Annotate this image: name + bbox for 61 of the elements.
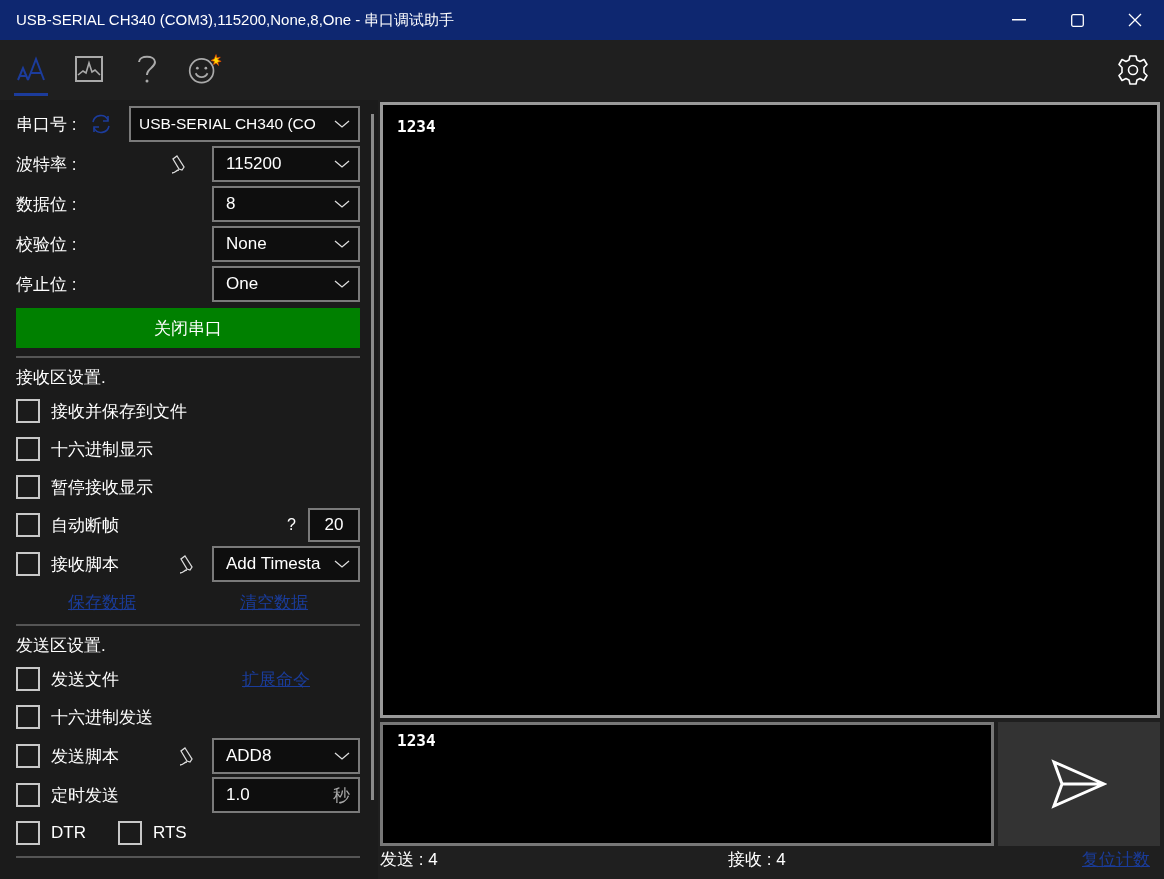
- chart-icon: [74, 54, 104, 83]
- receive-area[interactable]: 1234: [380, 102, 1160, 718]
- close-port-button[interactable]: 关闭串口: [16, 308, 360, 348]
- checkbox-label: DTR: [51, 823, 86, 843]
- checkbox[interactable]: [16, 513, 40, 537]
- chevron-down-icon: [334, 199, 350, 209]
- close-icon: [1128, 13, 1142, 27]
- received-count: 接收 : 4: [728, 849, 787, 871]
- checkbox-label: 接收脚本: [51, 553, 119, 576]
- chevron-down-icon: [334, 239, 350, 249]
- checkbox[interactable]: [16, 475, 40, 499]
- unit-label: 秒: [333, 784, 350, 807]
- checkbox-label: 发送脚本: [51, 745, 119, 768]
- field-label: 校验位 :: [16, 233, 77, 256]
- send-input[interactable]: 1234: [380, 722, 994, 846]
- checkbox[interactable]: [16, 667, 40, 691]
- checkbox-label: 暂停接收显示: [51, 476, 153, 499]
- minimize-icon: [1012, 19, 1026, 21]
- dropdown[interactable]: One: [212, 266, 360, 302]
- dropdown[interactable]: 115200: [212, 146, 360, 182]
- field-label: 数据位 :: [16, 193, 77, 216]
- window-title: USB-SERIAL CH340 (COM3),115200,None,8,One - 串口调试助手: [16, 10, 456, 30]
- chevron-down-icon: [334, 751, 350, 761]
- field-label: 停止位 :: [16, 273, 77, 296]
- checkbox-label: 自动断帧: [51, 514, 119, 537]
- section-title: 接收区设置.: [16, 366, 107, 389]
- checkbox-label: 接收并保存到文件: [51, 400, 187, 423]
- dropdown[interactable]: None: [212, 226, 360, 262]
- number-field[interactable]: 20: [308, 508, 360, 542]
- checkbox-label: 发送文件: [51, 668, 119, 691]
- chevron-down-icon: [334, 159, 350, 169]
- checkbox[interactable]: [16, 783, 40, 807]
- checkbox-label: 十六进制发送: [51, 706, 153, 729]
- checkbox[interactable]: [16, 552, 40, 576]
- checkbox[interactable]: [16, 399, 40, 423]
- field-label: 串口号 :: [16, 113, 77, 136]
- checkbox[interactable]: [117, 821, 142, 845]
- dropdown[interactable]: ADD8: [212, 738, 360, 774]
- checkbox[interactable]: [16, 437, 40, 461]
- dropdown[interactable]: 8: [212, 186, 360, 222]
- checkbox[interactable]: [16, 744, 40, 768]
- section-title: 发送区设置.: [16, 634, 107, 657]
- settings-icon[interactable]: [1116, 53, 1150, 87]
- send-icon: [1051, 759, 1107, 809]
- dropdown[interactable]: Add Timesta: [212, 546, 360, 582]
- chevron-down-icon: [334, 119, 350, 129]
- checkbox-label: RTS: [152, 823, 187, 843]
- interval-field[interactable]: 1.0 秒: [212, 777, 360, 813]
- font-size-icon: [16, 55, 46, 82]
- send-button[interactable]: [998, 722, 1160, 846]
- checkbox-label: 十六进制显示: [51, 438, 153, 461]
- field-label: 波特率 :: [16, 153, 77, 176]
- chevron-down-icon: [334, 559, 350, 569]
- checkbox[interactable]: [16, 821, 40, 845]
- maximize-icon: [1070, 13, 1084, 27]
- checkbox[interactable]: [16, 705, 40, 729]
- chevron-down-icon: [334, 279, 350, 289]
- dropdown[interactable]: USB-SERIAL CH340 (CO: [129, 106, 360, 142]
- checkbox-label: 定时发送: [51, 784, 119, 807]
- help-mark[interactable]: ?: [287, 516, 296, 534]
- sent-count: 发送 : 4: [380, 849, 439, 871]
